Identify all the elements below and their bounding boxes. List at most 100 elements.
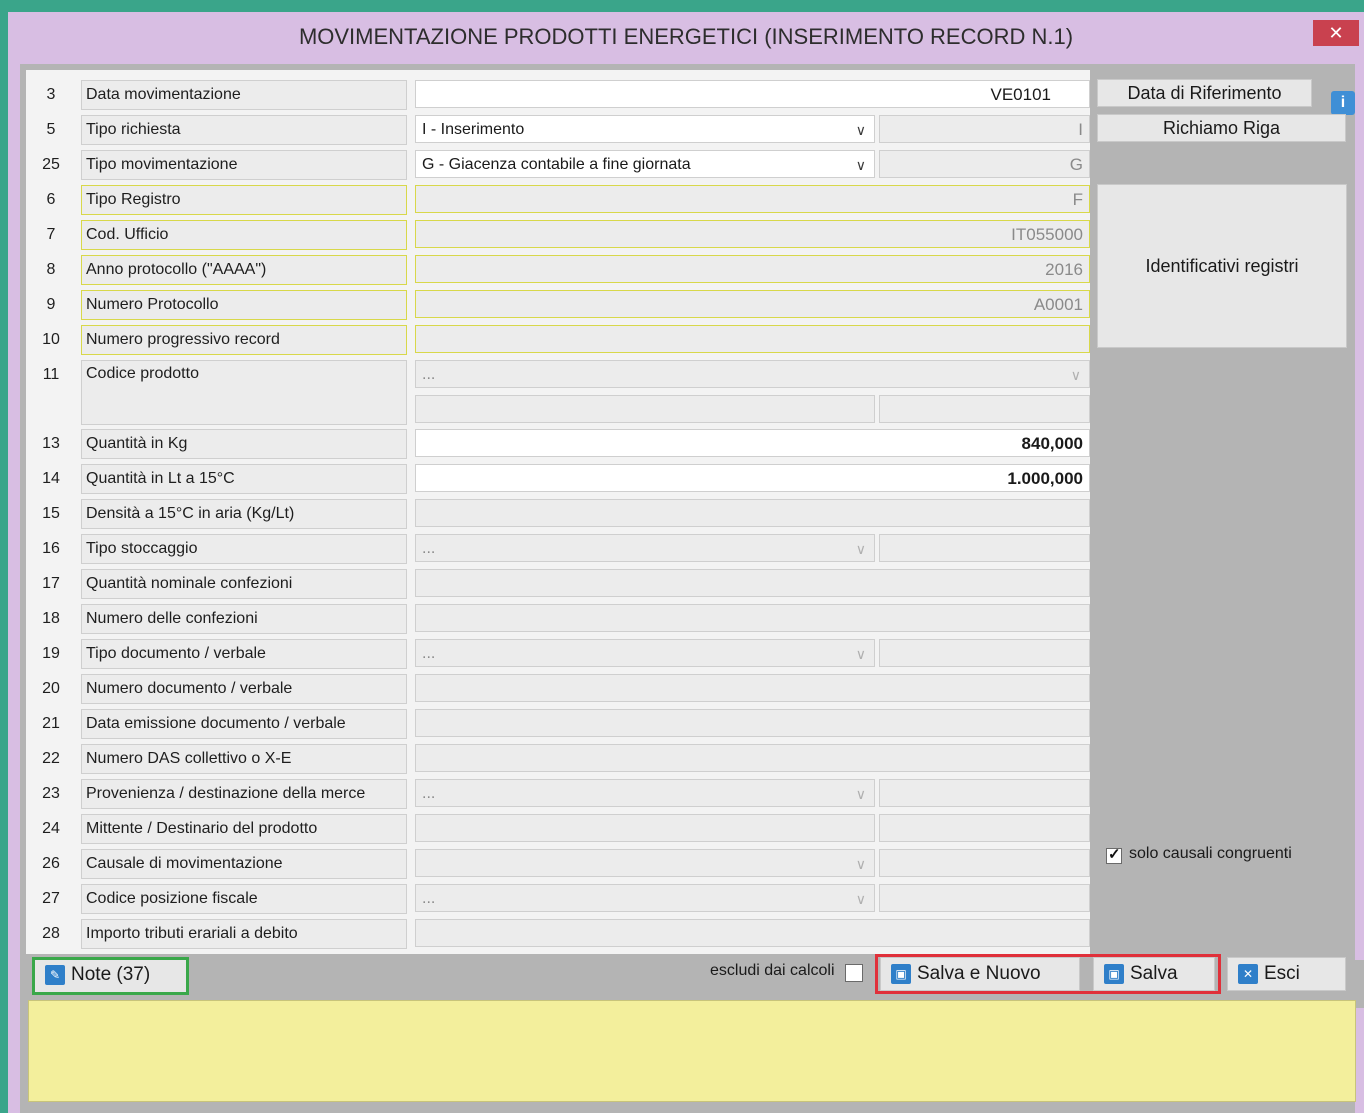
note-button[interactable]: ✎ Note (37) (32, 957, 189, 995)
field-label: Provenienza / destinazione della merce (81, 779, 407, 809)
tipo-documento-select[interactable]: ... ∨ (415, 639, 875, 667)
mittente-code (879, 814, 1090, 842)
cod-ufficio-field: IT055000 (415, 220, 1090, 248)
numero-documento-field (415, 674, 1090, 702)
select-value: ... (422, 890, 436, 907)
select-value: ... (422, 645, 436, 662)
field-label: Numero delle confezioni (81, 604, 407, 634)
field-label: Data movimentazione (81, 80, 407, 110)
row-numero-das: 22 Numero DAS collettivo o X-E (26, 742, 1090, 775)
row-number: 17 (42, 575, 60, 592)
notes-textarea[interactable] (28, 1000, 1356, 1102)
tipo-movimentazione-select[interactable]: G - Giacenza contabile a fine giornata ∨ (415, 150, 875, 178)
field-label: Quantità in Kg (81, 429, 407, 459)
esci-button[interactable]: ✕ Esci (1227, 957, 1346, 991)
causale-code (879, 849, 1090, 877)
row-densita: 15 Densità a 15°C in aria (Kg/Lt) (26, 497, 1090, 530)
field-label: Numero progressivo record (81, 325, 407, 355)
row-number: 5 (46, 121, 56, 138)
row-number: 13 (42, 435, 60, 452)
codice-posizione-select[interactable]: ... ∨ (415, 884, 875, 912)
title-bar: MOVIMENTAZIONE PRODOTTI ENERGETICI (INSE… (8, 12, 1364, 58)
identificativi-registri-button[interactable]: Identificativi registri (1097, 184, 1347, 348)
field-label: Codice posizione fiscale (81, 884, 407, 914)
numero-das-field (415, 744, 1090, 772)
row-data-emissione: 21 Data emissione documento / verbale (26, 707, 1090, 740)
field-label: Numero DAS collettivo o X-E (81, 744, 407, 774)
row-number: 15 (42, 505, 60, 522)
numero-confezioni-field (415, 604, 1090, 632)
row-provenienza: 23 Provenienza / destinazione della merc… (26, 777, 1090, 810)
quantita-lt-input[interactable]: 1.000,000 (415, 464, 1090, 492)
data-emissione-field (415, 709, 1090, 737)
row-quantita-lt: 14 Quantità in Lt a 15°C 1.000,000 (26, 462, 1090, 495)
info-icon[interactable]: i (1331, 91, 1355, 115)
data-riferimento-button[interactable]: Data di Riferimento (1097, 79, 1312, 107)
tipo-richiesta-code: I (879, 115, 1090, 143)
row-number: 9 (46, 296, 56, 313)
field-label: Mittente / Destinario del prodotto (81, 814, 407, 844)
anno-protocollo-field: 2016 (415, 255, 1090, 283)
tipo-documento-code (879, 639, 1090, 667)
row-number: 24 (42, 820, 60, 837)
field-label: Anno protocollo ("AAAA") (81, 255, 407, 285)
tipo-richiesta-select[interactable]: I - Inserimento ∨ (415, 115, 875, 143)
tipo-stoccaggio-select[interactable]: ... ∨ (415, 534, 875, 562)
row-number: 14 (42, 470, 60, 487)
save-icon: ▣ (1104, 963, 1124, 984)
row-importo-tributi: 28 Importo tributi erariali a debito (26, 917, 1090, 950)
numero-progressivo-field (415, 325, 1090, 353)
field-label: Codice prodotto (81, 360, 407, 425)
field-label: Importo tributi erariali a debito (81, 919, 407, 949)
row-number: 22 (42, 750, 60, 767)
chevron-down-icon: ∨ (855, 891, 866, 907)
check-icon: ✓ (1108, 846, 1121, 863)
row-number: 26 (42, 855, 60, 872)
solo-causali-checkbox[interactable]: ✓ (1106, 846, 1122, 864)
codice-prodotto-code (879, 395, 1090, 423)
richiamo-riga-button[interactable]: Richiamo Riga (1097, 114, 1346, 142)
chevron-down-icon: ∨ (855, 541, 866, 557)
quantita-kg-input[interactable]: 840,000 (415, 429, 1090, 457)
chevron-down-icon: ∨ (855, 856, 866, 872)
field-label: Causale di movimentazione (81, 849, 407, 879)
tipo-movimentazione-code: G (879, 150, 1090, 178)
row-numero-documento: 20 Numero documento / verbale (26, 672, 1090, 705)
row-number: 6 (46, 191, 56, 208)
quantita-nominale-field (415, 569, 1090, 597)
salva-label: Salva (1130, 963, 1178, 984)
codice-prodotto-desc (415, 395, 875, 423)
row-causale: 26 Causale di movimentazione ∨ (26, 847, 1090, 880)
row-number: 10 (42, 331, 60, 348)
row-number: 25 (42, 156, 60, 173)
row-mittente: 24 Mittente / Destinario del prodotto (26, 812, 1090, 845)
row-number: 19 (42, 645, 60, 662)
causale-select[interactable]: ∨ (415, 849, 875, 877)
field-label: Data emissione documento / verbale (81, 709, 407, 739)
close-icon[interactable]: ✕ (1313, 20, 1359, 46)
row-codice-prodotto: 11 Codice prodotto ... ∨ (26, 358, 1090, 428)
main-window: MOVIMENTAZIONE PRODOTTI ENERGETICI (INSE… (8, 12, 1364, 1113)
salva-e-nuovo-button[interactable]: ▣ Salva e Nuovo (880, 957, 1080, 991)
codice-prodotto-select[interactable]: ... ∨ (415, 360, 1090, 388)
escludi-calcoli-label: escludi dai calcoli (710, 962, 835, 979)
solo-causali-label: solo causali congruenti (1129, 845, 1292, 862)
chevron-down-icon: ∨ (855, 157, 866, 173)
salva-e-nuovo-label: Salva e Nuovo (917, 963, 1041, 984)
row-numero-confezioni: 18 Numero delle confezioni (26, 602, 1090, 635)
row-number: 23 (42, 785, 60, 802)
field-label: Tipo Registro (81, 185, 407, 215)
field-label: Tipo movimentazione (81, 150, 407, 180)
row-numero-progressivo: 10 Numero progressivo record (26, 323, 1090, 356)
row-codice-posizione: 27 Codice posizione fiscale ... ∨ (26, 882, 1090, 915)
chevron-down-icon: ∨ (855, 122, 866, 138)
provenienza-select[interactable]: ... ∨ (415, 779, 875, 807)
row-number: 21 (42, 715, 60, 732)
data-movimentazione-input[interactable]: VE0101 (415, 80, 1090, 108)
salva-button[interactable]: ▣ Salva (1093, 957, 1215, 991)
row-quantita-kg: 13 Quantità in Kg 840,000 (26, 427, 1090, 460)
row-number: 8 (46, 261, 56, 278)
field-label: Numero documento / verbale (81, 674, 407, 704)
row-tipo-movimentazione: 25 Tipo movimentazione G - Giacenza cont… (26, 148, 1090, 181)
escludi-calcoli-checkbox[interactable] (845, 964, 863, 982)
